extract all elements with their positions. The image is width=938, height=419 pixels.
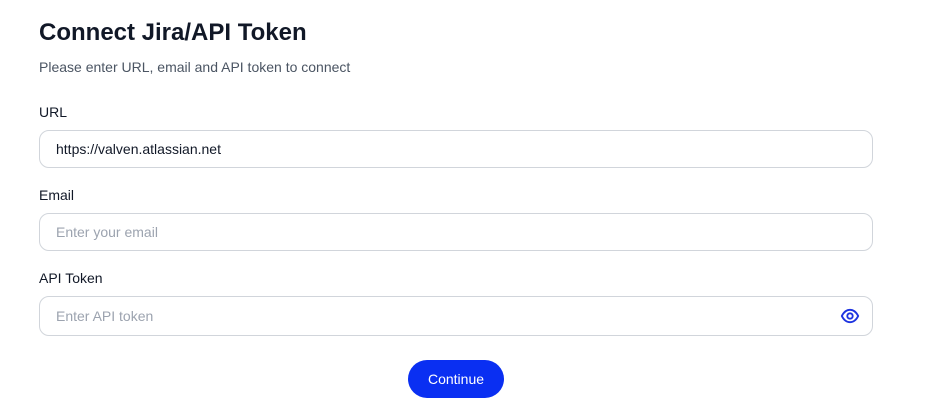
email-input[interactable] xyxy=(56,214,826,250)
continue-button[interactable]: Continue xyxy=(408,360,504,398)
api-token-field xyxy=(39,296,873,336)
api-token-label: API Token xyxy=(39,270,103,286)
api-token-input[interactable] xyxy=(56,297,826,335)
eye-icon[interactable] xyxy=(840,306,860,326)
url-field xyxy=(39,130,873,168)
page-title: Connect Jira/API Token xyxy=(39,19,307,46)
page-subtitle: Please enter URL, email and API token to… xyxy=(39,59,351,75)
url-label: URL xyxy=(39,104,68,120)
url-input[interactable] xyxy=(56,131,826,167)
email-label: Email xyxy=(39,187,75,203)
email-field xyxy=(39,213,873,251)
connect-jira-page: Connect Jira/API Token Please enter URL,… xyxy=(0,0,938,419)
